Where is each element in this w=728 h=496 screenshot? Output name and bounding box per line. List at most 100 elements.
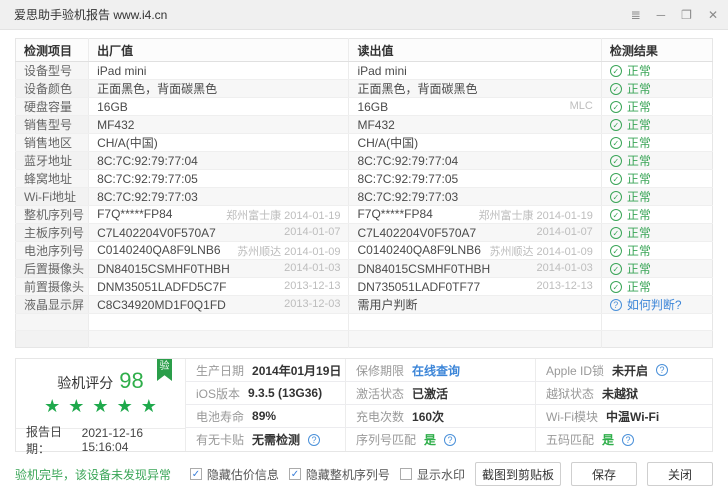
info-cell: 五码匹配是?: [536, 428, 712, 451]
table-row: Wi-Fi地址8C:7C:92:79:77:038C:7C:92:79:77:0…: [16, 188, 713, 206]
info-value: 89%: [252, 409, 276, 423]
cell-item: 硬盘容量: [16, 98, 89, 116]
footer-controls: ✓隐藏估价信息✓隐藏整机序列号显示水印截图到剪贴板保存关闭: [190, 462, 713, 486]
result-normal: ✓正常: [610, 242, 704, 259]
factory-note: 2014-01-07: [284, 226, 340, 238]
table-row: [16, 314, 713, 331]
info-label: 充电次数: [356, 408, 404, 425]
info-cell: 生产日期2014年01月19日 (第3周): [186, 359, 346, 382]
hide-price-info-checkbox[interactable]: ✓隐藏估价信息: [190, 466, 279, 483]
cell-read-value: DN735051LADF0TF772013-12-13: [349, 278, 601, 296]
save-button[interactable]: 保存: [571, 462, 637, 486]
inspection-table: 检测项目 出厂值 读出值 检测结果 设备型号iPad miniiPad mini…: [15, 38, 713, 348]
result-text: 正常: [627, 80, 651, 97]
menu-icon[interactable]: ≣: [631, 9, 641, 21]
read-note: MLC: [570, 100, 593, 112]
cell-item: 销售地区: [16, 134, 89, 152]
close-button[interactable]: ✕: [708, 9, 718, 21]
minimize-button[interactable]: ─: [657, 9, 666, 21]
cell-result: ✓正常: [601, 116, 712, 134]
read-value: 8C:7C:92:79:77:05: [357, 172, 458, 186]
footer-bar: 验机完毕，该设备未发现异常 ✓隐藏估价信息✓隐藏整机序列号显示水印截图到剪贴板保…: [0, 460, 728, 488]
info-label: 越狱状态: [546, 385, 594, 402]
cell-item: 蓝牙地址: [16, 152, 89, 170]
checkbox-icon[interactable]: ✓: [190, 468, 202, 480]
info-label: 保修期限: [356, 362, 404, 379]
info-label: 电池寿命: [196, 408, 244, 425]
window-title: 爱思助手验机报告 www.i4.cn: [14, 6, 167, 23]
table-row: 电池序列号C0140240QA8F9LNB6苏州顺达 2014-01-09C01…: [16, 242, 713, 260]
result-text: 正常: [627, 206, 651, 223]
status-text: 验机完毕，该设备未发现异常: [15, 466, 171, 483]
table-row: 整机序列号F7Q*****FP84郑州富士康 2014-01-19F7Q****…: [16, 206, 713, 224]
cell-factory-value: [89, 314, 349, 331]
cell-read-value: DN84015CSMHF0THBH2014-01-03: [349, 260, 601, 278]
cell-read-value: 16GBMLC: [349, 98, 601, 116]
check-circle-icon: ✓: [610, 137, 622, 149]
checkbox-label: 隐藏整机序列号: [306, 466, 390, 483]
cell-read-value: 需用户判断: [349, 296, 601, 314]
checkbox-icon[interactable]: ✓: [289, 468, 301, 480]
table-row: 硬盘容量16GB16GBMLC✓正常: [16, 98, 713, 116]
cell-result: ✓ 正常: [601, 206, 712, 224]
info-label: 序列号匹配: [356, 431, 416, 448]
info-cell: Apple ID锁未开启?: [536, 359, 712, 382]
device-info-grid: 生产日期2014年01月19日 (第3周) 保修期限在线查询 Apple ID锁未开…: [186, 359, 712, 451]
question-circle-icon[interactable]: ?: [622, 434, 634, 446]
read-value: C7L402204V0F570A7: [357, 226, 476, 240]
cell-item: [16, 314, 89, 331]
info-value: 未越狱: [602, 385, 638, 402]
read-note: 2014-01-07: [537, 226, 593, 238]
cell-result: ✓正常: [601, 260, 712, 278]
result-normal: ✓正常: [610, 224, 704, 241]
result-normal: ✓正常: [610, 62, 704, 79]
result-normal: ✓正常: [610, 80, 704, 97]
result-help: ? 如何判断?: [610, 296, 704, 313]
restore-button[interactable]: ❐: [681, 9, 692, 21]
info-label: Apple ID锁: [546, 362, 604, 379]
cell-item: 销售型号: [16, 116, 89, 134]
info-cell: iOS版本9.3.5 (13G36): [186, 382, 346, 405]
cell-factory-value: C8C34920MD1F0Q1FD2013-12-03: [89, 296, 349, 314]
cell-result: ✓正常: [601, 80, 712, 98]
show-watermark-checkbox[interactable]: 显示水印: [400, 466, 465, 483]
factory-value: CH/A(中国): [97, 136, 158, 150]
hide-serial-number-checkbox[interactable]: ✓ 隐藏整机序列号: [289, 466, 390, 483]
question-circle-icon[interactable]: ?: [444, 434, 456, 446]
cell-item: 设备型号: [16, 62, 89, 80]
read-value: 8C:7C:92:79:77:03: [357, 190, 458, 204]
table-row: 销售地区CH/A(中国)CH/A(中国)✓正常: [16, 134, 713, 152]
close-report-button[interactable]: 关闭: [647, 462, 713, 486]
factory-value: F7Q*****FP84: [97, 207, 172, 221]
cell-factory-value: CH/A(中国): [89, 134, 349, 152]
cell-result: [601, 331, 712, 348]
star-icon: ★: [44, 396, 60, 416]
header-result: 检测结果: [601, 39, 712, 62]
factory-note: 2014-01-03: [284, 262, 340, 274]
score-panel: 验 验机评分 98 ★★★★★ 报告日期： 2021-12-16 15:16:0…: [16, 359, 186, 451]
result-normal: ✓正常: [610, 98, 704, 115]
question-circle-icon[interactable]: ?: [656, 364, 668, 376]
check-circle-icon: ✓: [610, 209, 622, 221]
question-circle-icon[interactable]: ?: [308, 434, 320, 446]
check-circle-icon: ✓: [610, 65, 622, 77]
checkbox-icon[interactable]: [400, 468, 412, 480]
cell-item: 整机序列号: [16, 206, 89, 224]
cell-read-value: iPad mini: [349, 62, 601, 80]
result-normal: ✓正常: [610, 134, 704, 151]
factory-value: 8C:7C:92:79:77:04: [97, 154, 198, 168]
factory-value: MF432: [97, 118, 134, 132]
cell-factory-value: DNM35051LADFD5C7F2013-12-13: [89, 278, 349, 296]
how-to-judge-link[interactable]: 如何判断?: [627, 296, 682, 313]
screenshot-to-clipboard-button[interactable]: 截图到剪贴板: [475, 462, 561, 486]
cell-factory-value: [89, 331, 349, 348]
table-header-row: 检测项目 出厂值 读出值 检测结果: [16, 39, 713, 62]
check-circle-icon: ✓: [610, 119, 622, 131]
table-row: 销售型号MF432MF432✓正常: [16, 116, 713, 134]
online-query-link[interactable]: 在线查询: [412, 362, 460, 379]
question-circle-icon[interactable]: ?: [610, 299, 622, 311]
report-date-label: 报告日期：: [26, 423, 82, 457]
cell-result: ✓正常: [601, 62, 712, 80]
info-cell: 电池寿命 89%: [186, 405, 346, 428]
star-icon: ★: [68, 396, 84, 416]
